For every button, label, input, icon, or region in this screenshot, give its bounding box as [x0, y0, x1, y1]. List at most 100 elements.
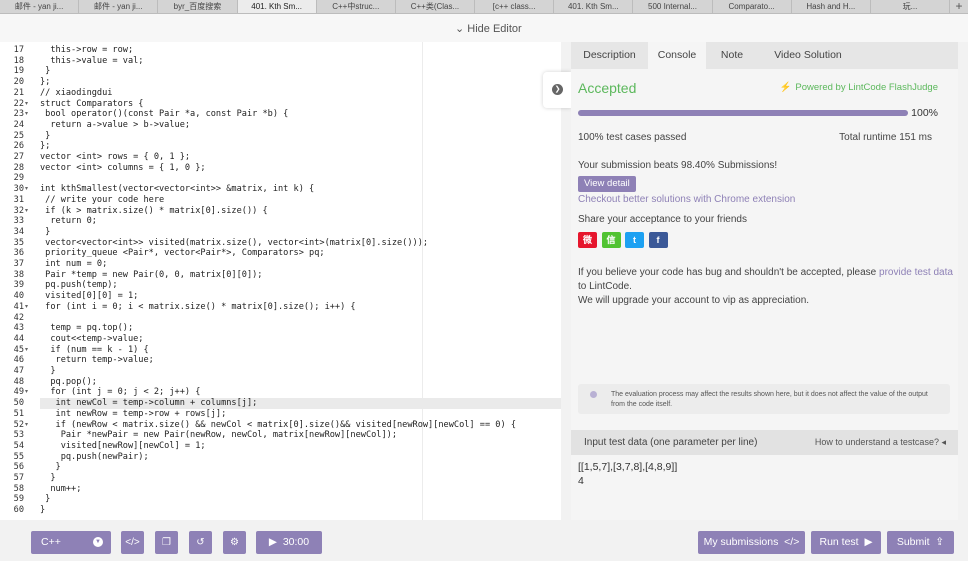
code-line[interactable]: int num = 0;	[40, 259, 561, 270]
testcase-help-link[interactable]: How to understand a testcase? ◂	[815, 437, 946, 448]
fold-arrow-icon[interactable]: ▾	[25, 206, 28, 217]
twitter-icon[interactable]: t	[625, 232, 644, 248]
code-line[interactable]: if (k > matrix.size() * matrix[0].size()…	[40, 206, 561, 217]
code-line[interactable]: for (int i = 0; i < matrix.size() * matr…	[40, 302, 561, 313]
collapse-panel-button[interactable]: ❯	[543, 72, 571, 108]
fold-arrow-icon[interactable]: ▾	[25, 387, 28, 398]
fold-arrow-icon[interactable]: ▾	[25, 345, 28, 356]
new-tab-button[interactable]: +	[950, 0, 968, 13]
my-submissions-button[interactable]: My submissions </>	[698, 531, 805, 554]
weibo-icon[interactable]: 微	[578, 232, 597, 248]
line-number: 29	[13, 173, 24, 184]
code-view-button[interactable]: </>	[121, 531, 144, 554]
browser-tab[interactable]: 401. Kth Sm...	[554, 0, 634, 13]
code-line[interactable]: }	[40, 366, 561, 377]
code-line[interactable]: temp = pq.top();	[40, 323, 561, 334]
code-line[interactable]: }	[40, 227, 561, 238]
code-line[interactable]: int newRow = temp->row + rows[j];	[40, 409, 561, 420]
code-line[interactable]: pq.push(newPair);	[40, 452, 561, 463]
code-line[interactable]: num++;	[40, 484, 561, 495]
code-line[interactable]: }	[40, 473, 561, 484]
code-line[interactable]: cout<<temp->value;	[40, 334, 561, 345]
browser-tab[interactable]: Hash and H...	[792, 0, 871, 13]
tests-passed-text: 100% test cases passed	[578, 132, 687, 143]
browser-tab[interactable]: Comparato...	[713, 0, 792, 13]
fold-arrow-icon[interactable]: ▾	[25, 109, 28, 120]
code-line[interactable]: visited[newRow][newCol] = 1;	[40, 441, 561, 452]
code-line[interactable]: Pair *temp = new Pair(0, 0, matrix[0][0]…	[40, 270, 561, 281]
line-number: 59	[13, 494, 24, 505]
code-line[interactable]: };	[40, 77, 561, 88]
line-number: 32	[13, 205, 24, 216]
browser-tab[interactable]: [c++ class...	[475, 0, 555, 13]
browser-tab[interactable]: 邮件 - yan ji...	[79, 0, 159, 13]
code-line[interactable]: // write your code here	[40, 195, 561, 206]
hide-editor-button[interactable]: ⌄ Hide Editor	[455, 22, 522, 35]
code-line[interactable]: bool operator()(const Pair *a, const Pai…	[40, 109, 561, 120]
line-number: 45	[13, 344, 24, 355]
code-line[interactable]: pq.pop();	[40, 377, 561, 388]
browser-tab[interactable]: 玩...	[871, 0, 951, 13]
code-line[interactable]: return temp->value;	[40, 355, 561, 366]
run-test-button[interactable]: Run test ▶	[811, 531, 881, 554]
code-line[interactable]: vector<vector<int>> visited(matrix.size(…	[40, 238, 561, 249]
code-line[interactable]: if (newRow < matrix.size() && newCol < m…	[40, 420, 561, 431]
panel-tab[interactable]: Note	[706, 42, 758, 69]
fold-arrow-icon[interactable]: ▾	[25, 184, 28, 195]
code-line[interactable]: }	[40, 505, 561, 516]
code-line[interactable]: this->row = row;	[40, 45, 561, 56]
bottom-toolbar: C++ ▼ </> ❐ ↺ ⚙ ▶ 30:00 My submissions <…	[0, 520, 968, 561]
panel-tab[interactable]: Console	[648, 42, 706, 69]
settings-button[interactable]: ⚙	[223, 531, 246, 554]
browser-tab[interactable]: 500 Internal...	[633, 0, 713, 13]
reset-button[interactable]: ↺	[189, 531, 212, 554]
code-line[interactable]: // xiaodingdui	[40, 88, 561, 99]
browser-tab[interactable]: 邮件 - yan ji...	[0, 0, 80, 13]
code-line[interactable]: visited[0][0] = 1;	[40, 291, 561, 302]
line-number: 38	[13, 269, 24, 280]
code-line[interactable]: for (int j = 0; j < 2; j++) {	[40, 387, 561, 398]
copy-button[interactable]: ❐	[155, 531, 178, 554]
code-line[interactable]: }	[40, 66, 561, 77]
wechat-icon[interactable]: 信	[601, 232, 621, 248]
fold-arrow-icon[interactable]: ▾	[25, 302, 28, 313]
view-detail-button[interactable]: View detail	[578, 176, 636, 192]
code-line[interactable]: }	[40, 131, 561, 142]
code-line[interactable]: pq.push(temp);	[40, 280, 561, 291]
facebook-icon[interactable]: f	[648, 232, 668, 248]
code-line[interactable]: vector <int> columns = { 1, 0 };	[40, 163, 561, 174]
code-editor[interactable]: this->row = row; 17 this->value = val; 18 …	[0, 42, 561, 520]
code-line[interactable]: };	[40, 141, 561, 152]
code-line[interactable]: Pair *newPair = new Pair(newRow, newCol,…	[40, 430, 561, 441]
code-line[interactable]: return 0;	[40, 216, 561, 227]
browser-tab[interactable]: C++类(Clas...	[396, 0, 476, 13]
panel-tab[interactable]: Video Solution	[758, 42, 858, 69]
code-line[interactable]: struct Comparators {	[40, 99, 561, 110]
panel-tab[interactable]: Description	[571, 42, 648, 69]
language-select[interactable]: C++ ▼	[31, 531, 111, 554]
browser-tab[interactable]: byr_百度搜索	[158, 0, 238, 13]
play-icon: ▶	[268, 536, 277, 548]
line-number: 17	[13, 45, 24, 55]
code-line[interactable]: this->value = val;	[40, 56, 561, 67]
code-line[interactable]: }	[40, 494, 561, 505]
browser-tab[interactable]: C++中struc...	[317, 0, 396, 13]
code-line[interactable]: vector <int> rows = { 0, 1 };	[40, 152, 561, 163]
checkout-link[interactable]: Checkout better solutions with Chrome ex…	[578, 194, 795, 205]
code-line[interactable]: priority_queue <Pair*, vector<Pair*>, Co…	[40, 248, 561, 259]
fold-arrow-icon[interactable]: ▾	[25, 99, 28, 110]
code-line[interactable]: return a->value > b->value;	[40, 120, 561, 131]
code-line[interactable]: }	[40, 462, 561, 473]
fold-arrow-icon[interactable]: ▾	[25, 420, 28, 431]
submit-button[interactable]: Submit ⇪	[887, 531, 954, 554]
input-test-textarea[interactable]: [[1,5,7],[3,7,8],[4,8,9]] 4	[578, 460, 677, 488]
code-line[interactable]: int kthSmallest(vector<vector<int>> &mat…	[40, 184, 561, 195]
code-line[interactable]: int newCol = temp->column + columns[j];	[40, 398, 561, 409]
browser-tab-bar: 邮件 - yan ji... 邮件 - yan ji... byr_百度搜索 401.…	[0, 0, 968, 14]
line-number: 40	[13, 291, 24, 302]
code-line[interactable]: if (num == k - 1) {	[40, 345, 561, 356]
provide-test-data-link[interactable]: provide test data	[879, 267, 953, 278]
browser-tab[interactable]: 401. Kth Sm...	[237, 0, 317, 13]
lightning-icon: ⚡	[779, 82, 792, 93]
timer-button[interactable]: ▶ 30:00	[256, 531, 322, 554]
